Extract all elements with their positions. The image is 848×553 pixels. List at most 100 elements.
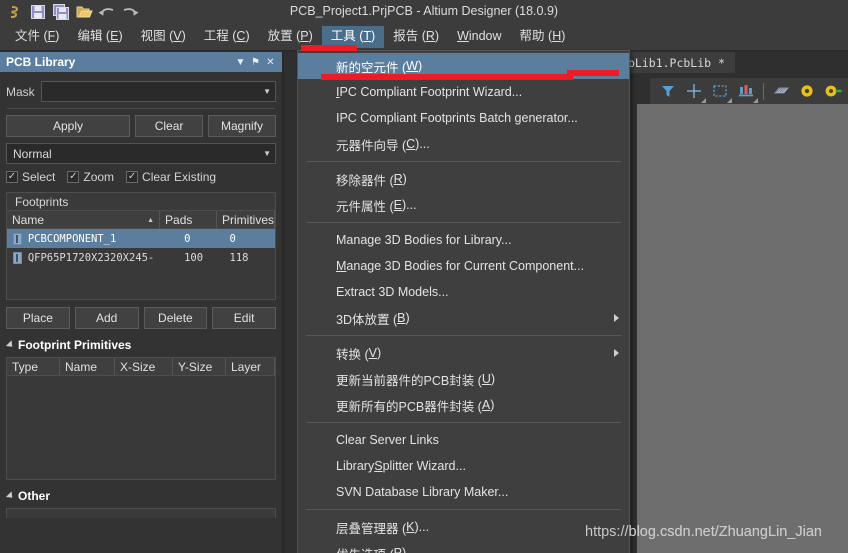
checkbox-select-box[interactable]: ✓	[6, 171, 18, 183]
clear-button[interactable]: Clear	[135, 115, 204, 137]
other-section-title[interactable]: Other	[5, 489, 276, 503]
footprints-list[interactable]: PCBCOMPONENT_1 0 0 QFP65P1720X2320X245- …	[7, 229, 275, 299]
edit-button[interactable]: Edit	[212, 307, 276, 329]
footprint-name: QFP65P1720X2320X245-	[27, 251, 155, 264]
checkbox-zoom[interactable]: ✓ Zoom	[67, 170, 114, 184]
magnify-button[interactable]: Magnify	[208, 115, 276, 137]
menu-bar: 文件 (F) 编辑 (E) 视图 (V) 工程 (C) 放置 (P) 工具 (T…	[0, 24, 848, 50]
column-header-name[interactable]: Name	[60, 358, 115, 375]
menu-view[interactable]: 视图 (V)	[132, 26, 195, 48]
dropdown-corner-icon[interactable]	[753, 98, 758, 103]
panel-dropdown-icon[interactable]: ▼	[233, 54, 248, 70]
footprint-pads: 100	[184, 251, 204, 264]
collapse-triangle-icon[interactable]	[5, 340, 16, 350]
filter-icon[interactable]	[658, 81, 678, 101]
panel-pin-icon[interactable]: ⚑	[248, 54, 263, 70]
menu-item-component-wizard[interactable]: 元器件向导 (C)...	[298, 131, 629, 157]
primitives-list[interactable]	[7, 376, 275, 479]
footprints-group: Footprints Name Pads Primitives PCBCOMPO…	[6, 192, 276, 300]
open-folder-icon[interactable]	[74, 3, 94, 21]
mask-row: Mask ▼	[6, 81, 276, 102]
column-header-y-size[interactable]: Y-Size	[173, 358, 226, 375]
menu-item-layer-stack-manager[interactable]: 层叠管理器 (K)...	[298, 514, 629, 540]
footprint-icon	[7, 232, 28, 245]
menu-item-ipc-compliant-footprints-batch-generator[interactable]: IPC Compliant Footprints Batch generator…	[298, 105, 629, 131]
pcb-lib-toolbar	[650, 78, 848, 104]
mask-input[interactable]: ▼	[40, 81, 276, 102]
via-icon[interactable]	[797, 81, 817, 101]
delete-button[interactable]: Delete	[143, 307, 208, 329]
menu-item-manage-3d-bodies-for-current-component[interactable]: Manage 3D Bodies for Current Component..…	[298, 253, 629, 279]
selection-box-icon[interactable]	[710, 81, 732, 103]
pcb-library-canvas[interactable]: https://blog.csdn.net/ZhuangLin_Jian	[585, 104, 848, 553]
menu-item-manage-3d-bodies-for-library[interactable]: Manage 3D Bodies for Library...	[298, 227, 629, 253]
menu-item-svn-database-library-maker[interactable]: SVN Database Library Maker...	[298, 479, 629, 505]
panel-close-icon[interactable]: ✕	[263, 54, 278, 70]
tab-pcblib-document[interactable]: bLib1.PcbLib *	[618, 52, 735, 73]
checkbox-clear-existing[interactable]: ✓ Clear Existing	[126, 170, 216, 184]
checkbox-clear-existing-box[interactable]: ✓	[126, 171, 139, 183]
watermark-text-overlay: https://blog.csdn.net/ZhuangLin_Jian	[585, 524, 822, 540]
column-header-primitives[interactable]: Primitives	[217, 211, 275, 228]
table-row[interactable]: PCBCOMPONENT_1 0 0	[7, 229, 275, 248]
menu-separator	[306, 222, 621, 223]
tools-dropdown-menu: 新的空元件 (W) I PC Compliant Footprint Wizard…	[297, 50, 630, 553]
column-header-pads[interactable]: Pads	[160, 211, 217, 228]
menu-item-ipc-compliant-footprint-wizard[interactable]: I PC Compliant Footprint Wizard...	[298, 79, 629, 105]
menu-item-preferences[interactable]: 优先选项 (P)...	[298, 540, 629, 553]
redo-icon[interactable]	[120, 3, 140, 21]
menu-item-remove-component[interactable]: 移除器件 (R)	[298, 166, 629, 192]
column-header-layer[interactable]: Layer	[226, 358, 275, 375]
dropdown-corner-icon[interactable]	[727, 98, 732, 103]
mask-mode-select[interactable]: Normal ▼	[6, 143, 276, 164]
menu-item-3d-body-placement[interactable]: 3D体放置 (B)	[298, 305, 629, 331]
other-group	[6, 508, 276, 518]
menu-edit[interactable]: 编辑 (E)	[68, 26, 131, 48]
undo-icon[interactable]	[97, 3, 117, 21]
menu-reports[interactable]: 报告 (R)	[384, 26, 448, 48]
pcb-library-panel: PCB Library ▼ ⚑ ✕ Mask ▼ Apply Clear Mag…	[0, 52, 283, 553]
layer-stack-icon[interactable]	[736, 81, 758, 103]
menu-item-extract-3d-models[interactable]: Extract 3D Models...	[298, 279, 629, 305]
menu-item-update-pcb-footprint-all[interactable]: 更新所有的PCB器件封装 (A)	[298, 392, 629, 418]
annotation-underline-left	[321, 74, 573, 80]
menu-item-update-pcb-footprint-current[interactable]: 更新当前器件的PCB封装 (U)	[298, 366, 629, 392]
place-button[interactable]: Place	[6, 307, 70, 329]
altium-logo-icon[interactable]	[5, 3, 25, 21]
footprint-primitives-section-title[interactable]: Footprint Primitives	[5, 338, 276, 352]
menu-item-clear-server-links[interactable]: Clear Server Links	[298, 427, 629, 453]
apply-button[interactable]: Apply	[6, 115, 131, 137]
crosshair-icon[interactable]	[684, 81, 706, 103]
menu-project[interactable]: 工程 (C)	[195, 26, 259, 48]
collapse-triangle-icon[interactable]	[5, 491, 16, 501]
chevron-down-icon[interactable]: ▼	[263, 87, 271, 96]
divider	[7, 108, 275, 109]
menu-help[interactable]: 帮助 (H)	[511, 26, 575, 48]
add-button[interactable]: Add	[74, 307, 139, 329]
chevron-down-icon[interactable]: ▼	[263, 149, 271, 158]
menu-separator	[306, 422, 621, 423]
menu-item-component-properties[interactable]: 元件属性 (E)...	[298, 192, 629, 218]
menu-window[interactable]: Window	[448, 26, 510, 48]
checkbox-zoom-box[interactable]: ✓	[67, 171, 80, 183]
footprints-caption: Footprints	[7, 193, 275, 211]
panel-body: Mask ▼ Apply Clear Magnify Normal ▼ ✓ Se…	[0, 72, 282, 518]
dropdown-corner-icon[interactable]	[701, 98, 706, 103]
table-row[interactable]: QFP65P1720X2320X245- 100 118	[7, 248, 275, 267]
footprint-action-buttons: Place Add Delete Edit	[6, 307, 276, 329]
column-header-name[interactable]: Name	[7, 211, 161, 228]
component-icon[interactable]	[771, 81, 791, 101]
menu-item-library-splitter-wizard[interactable]: Library Splitter Wizard...	[298, 453, 629, 479]
other-label: Other	[18, 489, 51, 503]
menu-item-convert[interactable]: 转换 (V)	[298, 340, 629, 366]
column-header-type[interactable]: Type	[7, 358, 60, 375]
checkbox-select[interactable]: ✓ Select	[6, 170, 55, 184]
save-all-icon[interactable]	[51, 3, 71, 21]
footprint-primitives-group: Type Name X-Size Y-Size Layer	[6, 357, 276, 480]
menu-separator	[306, 335, 621, 336]
save-icon[interactable]	[28, 3, 48, 21]
column-header-x-size[interactable]: X-Size	[115, 358, 173, 375]
pad-icon[interactable]	[823, 81, 843, 101]
menu-file[interactable]: 文件 (F)	[6, 26, 68, 48]
primitives-table-header: Type Name X-Size Y-Size Layer	[7, 358, 275, 376]
